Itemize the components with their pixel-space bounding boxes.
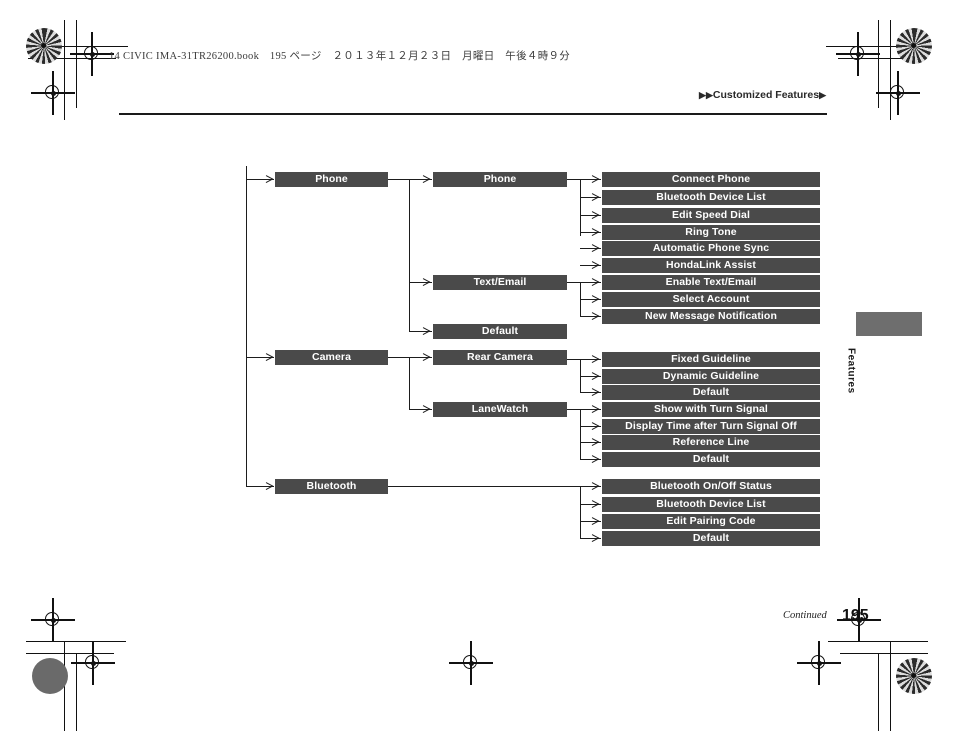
flow-node-level1[interactable]: Phone (275, 172, 388, 187)
flow-arrow-icon (592, 355, 599, 363)
flow-connector (580, 179, 582, 236)
flow-node-level3[interactable]: Select Account (602, 292, 820, 307)
flow-arrow-icon (266, 482, 273, 490)
flow-arrow-icon (592, 312, 599, 320)
flow-arrow-icon (592, 438, 599, 446)
flow-arrow-icon (592, 455, 599, 463)
flow-connector (567, 282, 581, 284)
flow-arrow-icon (592, 405, 599, 413)
flow-arrow-icon (592, 482, 599, 490)
flow-arrow-icon (423, 353, 430, 361)
flow-node-level3[interactable]: Default (602, 452, 820, 467)
flow-arrow-icon (592, 261, 599, 269)
flow-node-level3[interactable]: Automatic Phone Sync (602, 241, 820, 256)
flow-node-level2[interactable]: Default (433, 324, 567, 339)
flow-connector (388, 357, 410, 359)
flow-arrow-icon (266, 353, 273, 361)
flow-arrow-icon (592, 278, 599, 286)
flow-arrow-icon (592, 388, 599, 396)
flow-arrow-icon (266, 175, 273, 183)
flow-arrow-icon (423, 405, 430, 413)
flow-node-level3[interactable]: Reference Line (602, 435, 820, 450)
flow-node-level3[interactable]: Fixed Guideline (602, 352, 820, 367)
flow-arrow-icon (592, 372, 599, 380)
flow-connector (388, 486, 581, 488)
flow-node-level2[interactable]: Phone (433, 172, 567, 187)
flow-node-level3[interactable]: Bluetooth On/Off Status (602, 479, 820, 494)
flow-connector (567, 179, 581, 181)
flow-node-level3[interactable]: HondaLink Assist (602, 258, 820, 273)
flow-connector (567, 409, 581, 411)
flow-node-level1[interactable]: Bluetooth (275, 479, 388, 494)
flow-node-level3[interactable]: Bluetooth Device List (602, 497, 820, 512)
flow-arrow-icon (592, 500, 599, 508)
flow-node-level3[interactable]: Default (602, 385, 820, 400)
customized-features-flowchart: Phone Camera Bluetooth Phone Text/Email … (0, 0, 954, 718)
flow-arrow-icon (592, 517, 599, 525)
flow-node-level3[interactable]: Edit Pairing Code (602, 514, 820, 529)
flow-node-level3[interactable]: Display Time after Turn Signal Off (602, 419, 820, 434)
flow-arrow-icon (423, 327, 430, 335)
flow-connector (580, 486, 582, 538)
flow-arrow-icon (592, 228, 599, 236)
flow-node-level3[interactable]: Ring Tone (602, 225, 820, 240)
flow-node-level3[interactable]: Show with Turn Signal (602, 402, 820, 417)
flow-node-level2[interactable]: Text/Email (433, 275, 567, 290)
flow-arrow-icon (592, 422, 599, 430)
flow-node-level2[interactable]: LaneWatch (433, 402, 567, 417)
flow-node-level3[interactable]: Enable Text/Email (602, 275, 820, 290)
flow-arrow-icon (423, 278, 430, 286)
flow-arrow-icon (592, 175, 599, 183)
flow-arrow-icon (592, 193, 599, 201)
flow-node-level3[interactable]: Dynamic Guideline (602, 369, 820, 384)
flow-arrow-icon (423, 175, 430, 183)
flow-node-level2[interactable]: Rear Camera (433, 350, 567, 365)
flow-node-level3[interactable]: New Message Notification (602, 309, 820, 324)
flow-connector (388, 179, 410, 181)
flow-arrow-icon (592, 295, 599, 303)
flow-connector (409, 357, 411, 409)
flow-node-level3[interactable]: Edit Speed Dial (602, 208, 820, 223)
flow-connector (246, 166, 248, 487)
flow-connector (567, 359, 581, 361)
manual-page: 14 CIVIC IMA-31TR26200.book 195 ページ ２０１３… (0, 0, 954, 731)
flow-node-level3[interactable]: Bluetooth Device List (602, 190, 820, 205)
flow-connector (580, 409, 582, 459)
flow-node-level3[interactable]: Default (602, 531, 820, 546)
flow-node-level3[interactable]: Connect Phone (602, 172, 820, 187)
flow-node-level1[interactable]: Camera (275, 350, 388, 365)
flow-arrow-icon (592, 244, 599, 252)
flow-connector (409, 179, 411, 331)
flow-arrow-icon (592, 534, 599, 542)
flow-arrow-icon (592, 211, 599, 219)
